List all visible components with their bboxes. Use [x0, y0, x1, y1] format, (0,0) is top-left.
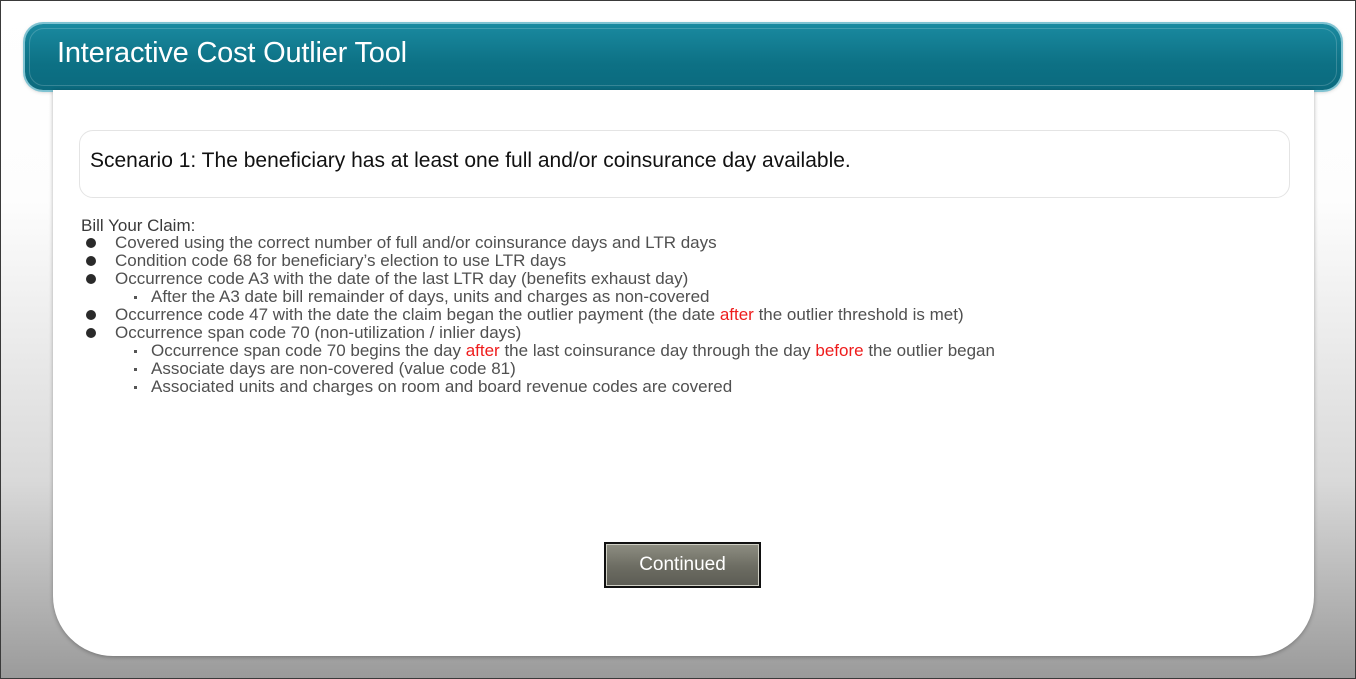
content-panel: Scenario 1: The beneficiary has at least… [53, 90, 1314, 656]
list-item-text: Occurrence code A3 with the date of the … [115, 269, 689, 288]
list-item-text: Covered using the correct number of full… [115, 233, 717, 252]
bill-claim-list: Covered using the correct number of full… [83, 234, 1303, 396]
sub-item-span-begins: Occurrence span code 70 begins the day a… [115, 342, 1303, 360]
page-title: Interactive Cost Outlier Tool [57, 37, 407, 69]
scenario-box: Scenario 1: The beneficiary has at least… [79, 130, 1290, 198]
sub-list: After the A3 date bill remainder of days… [115, 288, 1303, 306]
list-item-condition-code: Condition code 68 for beneficiary’s elec… [83, 252, 1303, 270]
sub-item-text: Associated units and charges on room and… [151, 377, 733, 396]
item-text-part: the outlier began [863, 341, 995, 360]
highlight-after: after [465, 341, 500, 360]
list-item-occurrence-47: Occurrence code 47 with the date the cla… [83, 306, 1303, 324]
sub-item-text: After the A3 date bill remainder of days… [151, 287, 710, 306]
header-bar: Interactive Cost Outlier Tool [25, 24, 1341, 90]
list-item-covered-days: Covered using the correct number of full… [83, 234, 1303, 252]
list-item-text: Occurrence span code 70 (non-utilization… [115, 323, 522, 342]
sub-list: Occurrence span code 70 begins the day a… [115, 342, 1303, 396]
item-text-part: Occurrence code 47 with the date the cla… [115, 305, 720, 324]
item-text-part: the last coinsurance day through the day [499, 341, 816, 360]
item-text-part: the outlier threshold is met) [753, 305, 964, 324]
sub-item-associated-units: Associated units and charges on room and… [115, 378, 1303, 396]
sub-item-associate-days: Associate days are non-covered (value co… [115, 360, 1303, 378]
item-text-part: Occurrence span code 70 begins the day [151, 341, 466, 360]
highlight-before: before [815, 341, 864, 360]
highlight-after: after [719, 305, 754, 324]
list-item-text: Condition code 68 for beneficiary’s elec… [115, 251, 567, 270]
list-item-occurrence-a3: Occurrence code A3 with the date of the … [83, 270, 1303, 306]
sub-item-a3-remainder: After the A3 date bill remainder of days… [115, 288, 1303, 306]
app-window: Interactive Cost Outlier Tool Scenario 1… [0, 0, 1356, 679]
list-item-span-code-70: Occurrence span code 70 (non-utilization… [83, 324, 1303, 396]
sub-item-text: Associate days are non-covered (value co… [151, 359, 516, 378]
continue-button[interactable]: Continued [604, 542, 761, 588]
scenario-text: Scenario 1: The beneficiary has at least… [90, 149, 851, 172]
